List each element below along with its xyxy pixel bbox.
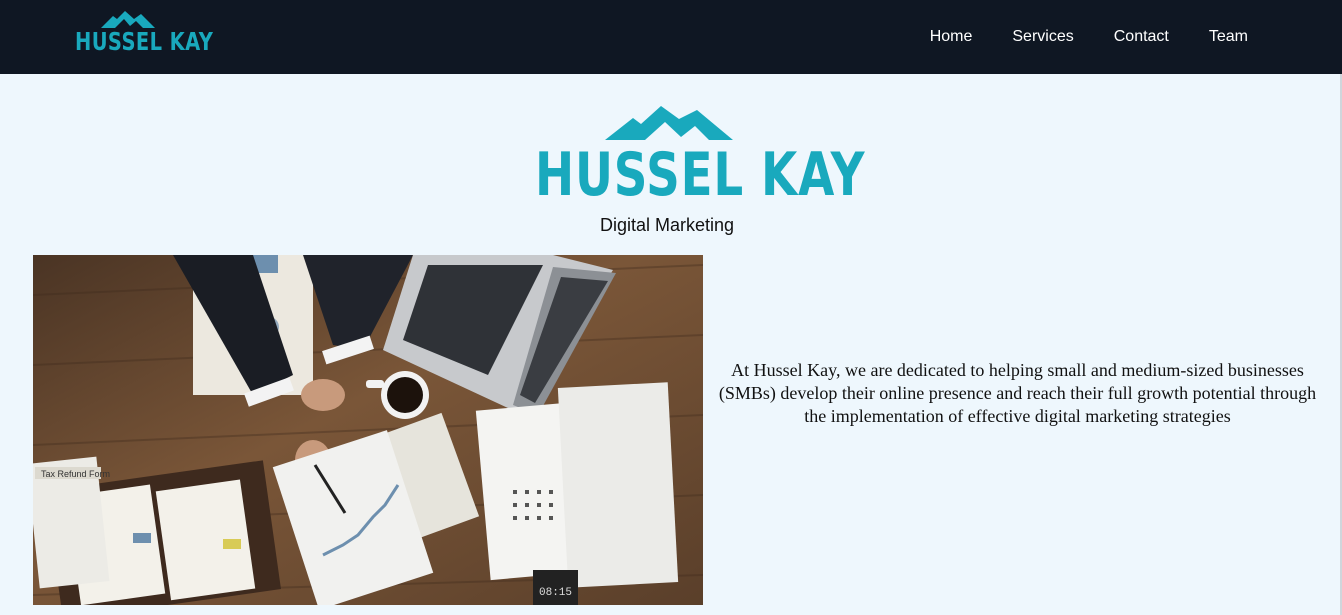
about-description: At Hussel Kay, we are dedicated to helpi… bbox=[718, 360, 1317, 426]
hero-logo: HUSSEL KAY bbox=[535, 104, 864, 210]
nav-link-home[interactable]: Home bbox=[930, 28, 973, 46]
nav-logo-text: HUSSEL KAY bbox=[75, 27, 214, 56]
tagline: Digital Marketing bbox=[599, 215, 735, 235]
tax-form-title: Tax Refund Form bbox=[41, 469, 110, 479]
nav-logo[interactable]: HUSSEL KAY bbox=[75, 10, 213, 60]
office-desk-photo: Tax Refund Form 08:15 bbox=[33, 255, 703, 605]
nav-link-contact[interactable]: Contact bbox=[1114, 28, 1169, 46]
desk-image: Tax Refund Form 08:15 bbox=[33, 255, 703, 605]
phone-clock: 08:15 bbox=[539, 587, 572, 599]
nav-link-team[interactable]: Team bbox=[1209, 28, 1248, 46]
nav-links: Home Services Contact Team bbox=[930, 0, 1248, 74]
mountain-icon bbox=[101, 11, 155, 28]
top-navbar: HUSSEL KAY Home Services Contact Team bbox=[0, 0, 1342, 74]
mountain-icon bbox=[605, 106, 733, 140]
hero-logo-text: HUSSEL KAY bbox=[535, 140, 866, 210]
nav-link-services[interactable]: Services bbox=[1012, 28, 1073, 46]
